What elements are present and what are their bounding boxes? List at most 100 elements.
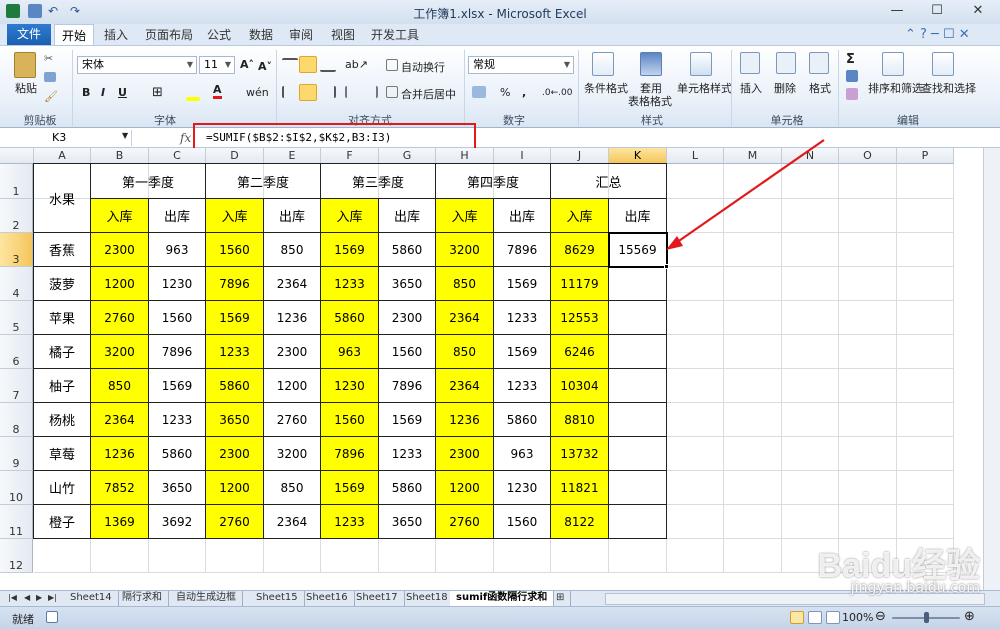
data-cell[interactable] (609, 267, 667, 301)
format-cells-button[interactable]: 格式 (809, 80, 831, 96)
tab-view[interactable]: 视图 (326, 24, 360, 46)
align-center-icon[interactable] (299, 84, 317, 101)
data-cell[interactable]: 2760 (436, 505, 494, 539)
grid-cell[interactable] (782, 199, 839, 233)
data-cell[interactable]: 3650 (149, 471, 206, 505)
grid-cell[interactable] (724, 437, 782, 471)
currency-icon[interactable] (472, 86, 486, 98)
row-header-8[interactable]: 8 (0, 403, 33, 437)
grid-cell[interactable] (782, 267, 839, 301)
select-all-corner[interactable] (0, 148, 34, 164)
tab-insert[interactable]: 插入 (98, 24, 134, 46)
find-select-icon[interactable] (932, 52, 954, 76)
insert-function-icon[interactable]: fx (180, 131, 191, 145)
quarter-header-cell[interactable]: 第二季度 (206, 164, 321, 199)
column-header-l[interactable]: L (667, 148, 724, 164)
sort-filter-button[interactable]: 排序和筛选 (868, 80, 923, 96)
borders-icon[interactable]: ⊞ (152, 85, 163, 100)
column-header-c[interactable]: C (149, 148, 206, 164)
help-icon[interactable]: ⌃ ? ─ ☐ ✕ (905, 27, 970, 42)
close-button[interactable]: ✕ (958, 0, 998, 22)
column-header-n[interactable]: N (782, 148, 839, 164)
grid-cell[interactable] (839, 437, 897, 471)
insert-cells-icon[interactable] (740, 52, 760, 74)
grid-cell[interactable] (897, 471, 954, 505)
data-cell[interactable]: 5860 (494, 403, 551, 437)
data-cell[interactable]: 850 (436, 335, 494, 369)
column-header-o[interactable]: O (839, 148, 897, 164)
grid-cell[interactable] (782, 301, 839, 335)
data-cell[interactable]: 2300 (91, 233, 149, 267)
orientation-icon[interactable]: ab↗ (345, 58, 368, 71)
column-header-m[interactable]: M (724, 148, 782, 164)
grid-cell[interactable] (839, 335, 897, 369)
data-cell[interactable]: 10304 (551, 369, 609, 403)
zoom-slider-thumb[interactable] (924, 612, 929, 623)
bold-button[interactable]: B (82, 86, 90, 99)
cell-styles-icon[interactable] (690, 52, 712, 76)
italic-button[interactable]: I (101, 86, 105, 99)
zoom-out-icon[interactable]: ⊖ (875, 609, 886, 624)
merge-center-icon[interactable] (386, 86, 398, 98)
align-bottom-icon[interactable] (320, 58, 336, 72)
data-cell[interactable]: 850 (264, 233, 321, 267)
data-cell[interactable]: 2300 (206, 437, 264, 471)
format-cells-icon[interactable] (809, 52, 829, 74)
grid-cell[interactable] (91, 539, 149, 573)
sort-filter-icon[interactable] (882, 52, 904, 76)
column-header-b[interactable]: B (91, 148, 149, 164)
grid-cell[interactable] (379, 539, 436, 573)
data-cell[interactable] (609, 437, 667, 471)
wrap-text-icon[interactable] (386, 59, 398, 71)
grid-cell[interactable] (149, 539, 206, 573)
grid-cell[interactable] (724, 164, 782, 199)
in-header-cell[interactable]: 入库 (436, 199, 494, 233)
grid-cell[interactable] (321, 539, 379, 573)
data-cell[interactable]: 5860 (379, 233, 436, 267)
increase-indent-icon[interactable] (364, 86, 378, 98)
data-cell[interactable]: 1200 (264, 369, 321, 403)
out-header-cell[interactable]: 出库 (264, 199, 321, 233)
grid-cell[interactable] (782, 505, 839, 539)
font-name-combo[interactable]: 宋体 ▼ (77, 56, 197, 74)
in-header-cell[interactable]: 入库 (91, 199, 149, 233)
grid-cell[interactable] (206, 539, 264, 573)
row-header-4[interactable]: 4 (0, 267, 33, 301)
row-header-6[interactable]: 6 (0, 335, 33, 369)
sheet-tab[interactable]: Sheet17 (350, 591, 405, 606)
grid-cell[interactable] (782, 164, 839, 199)
increase-decimal-icon[interactable]: .0←.00 (542, 88, 572, 98)
row-header-1[interactable]: 1 (0, 164, 33, 199)
data-cell[interactable]: 3650 (206, 403, 264, 437)
grid-cell[interactable] (724, 403, 782, 437)
data-cell[interactable]: 5860 (321, 301, 379, 335)
data-cell[interactable]: 8810 (551, 403, 609, 437)
grid-cell[interactable] (724, 505, 782, 539)
grid-cell[interactable] (897, 233, 954, 267)
normal-view-icon[interactable] (790, 611, 804, 624)
data-cell[interactable]: 2300 (379, 301, 436, 335)
in-header-cell[interactable]: 入库 (321, 199, 379, 233)
grow-font-icon[interactable]: A˄ (240, 58, 254, 71)
data-cell[interactable]: 5860 (149, 437, 206, 471)
tab-home[interactable]: 开始 (54, 24, 94, 46)
quarter-header-cell[interactable]: 第四季度 (436, 164, 551, 199)
data-cell[interactable]: 963 (149, 233, 206, 267)
data-cell[interactable]: 2364 (91, 403, 149, 437)
underline-button[interactable]: U (118, 86, 127, 99)
page-break-view-icon[interactable] (826, 611, 840, 624)
grid-cell[interactable] (667, 539, 724, 573)
grid-cell[interactable] (897, 199, 954, 233)
grid-cell[interactable] (667, 199, 724, 233)
format-table-icon[interactable] (640, 52, 662, 76)
align-left-icon[interactable] (282, 86, 298, 98)
data-cell[interactable] (609, 505, 667, 539)
data-cell[interactable]: 1200 (206, 471, 264, 505)
row-header-5[interactable]: 5 (0, 301, 33, 335)
data-cell[interactable]: 2760 (264, 403, 321, 437)
fruit-name-cell[interactable]: 山竹 (34, 471, 91, 505)
column-header-k[interactable]: K (609, 148, 667, 164)
maximize-button[interactable]: ☐ (920, 0, 954, 22)
cut-icon[interactable]: ✂ (44, 52, 53, 65)
grid-cell[interactable] (667, 471, 724, 505)
